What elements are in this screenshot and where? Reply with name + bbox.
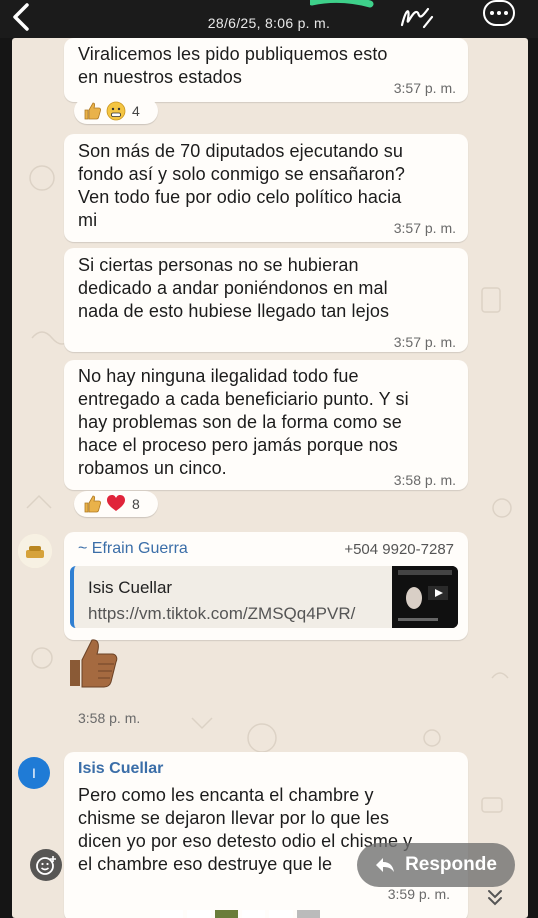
reactions-pill[interactable]: 4 xyxy=(74,98,158,124)
link-url[interactable]: https://vm.tiktok.com/ZMSQq4PVR/ xyxy=(88,604,355,624)
profile-image-icon xyxy=(18,534,52,568)
sender-name[interactable]: Isis Cuellar xyxy=(78,760,163,778)
message-time: 3:57 p. m. xyxy=(393,334,456,350)
bottom-thumbnail-strip xyxy=(160,910,320,918)
message-time: 3:58 p. m. xyxy=(78,710,141,726)
thumbs-up-icon xyxy=(84,102,102,120)
message-bubble[interactable]: No hay ninguna ilegalidad todo fue entre… xyxy=(64,360,468,490)
sender-name[interactable]: ~ Efrain Guerra xyxy=(78,540,188,558)
sender-avatar[interactable] xyxy=(18,534,52,568)
story-timestamp: 28/6/25, 8:06 p. m. xyxy=(207,15,331,31)
message-time: 3:58 p. m. xyxy=(393,472,456,488)
scroll-down-chevron-icon[interactable] xyxy=(484,888,506,908)
message-bubble[interactable]: Si ciertas personas no se hubieran dedic… xyxy=(64,248,468,352)
add-reaction-emoji-icon[interactable] xyxy=(30,849,62,881)
draw-scribble-icon[interactable] xyxy=(398,3,434,31)
message-text: Son más de 70 diputados ejecutando su fo… xyxy=(78,141,406,230)
message-time: 3:57 p. m. xyxy=(393,80,456,96)
story-header: 28/6/25, 8:06 p. m. xyxy=(0,0,538,38)
reaction-count: 4 xyxy=(132,103,140,119)
message-bubble[interactable]: Son más de 70 diputados ejecutando su fo… xyxy=(64,134,468,242)
message-bubble[interactable]: Isis Cuellar Pero como les encanta el ch… xyxy=(64,752,468,918)
message-text: Si ciertas personas no se hubieran dedic… xyxy=(78,255,390,321)
message-time: 3:59 p. m. xyxy=(387,886,450,902)
thumbs-up-icon xyxy=(84,495,102,513)
link-preview-title: Isis Cuellar xyxy=(88,578,173,597)
reply-label: Responde xyxy=(405,854,497,875)
link-preview-card[interactable]: Isis Cuellar https://vm.tiktok.com/ZMSQq… xyxy=(70,566,458,628)
reply-arrow-icon xyxy=(376,858,395,872)
message-text: No hay ninguna ilegalidad todo fue entre… xyxy=(78,366,409,478)
chat-screenshot: Viralicemos les pido publiquemos esto en… xyxy=(12,38,528,918)
message-bubble[interactable]: Viralicemos les pido publiquemos esto en… xyxy=(64,38,468,102)
video-thumbnail[interactable] xyxy=(392,566,458,628)
avatar-letter: I xyxy=(32,765,36,781)
more-options-icon[interactable] xyxy=(483,0,515,26)
red-heart-icon xyxy=(107,495,125,511)
sender-phone: +504 9920-7287 xyxy=(344,541,454,558)
message-time: 3:57 p. m. xyxy=(393,220,456,236)
reactions-pill[interactable]: 8 xyxy=(74,491,158,517)
reaction-count: 8 xyxy=(132,496,140,512)
grimace-face-icon xyxy=(106,101,126,121)
forwarded-message-bubble[interactable]: ~ Efrain Guerra +504 9920-7287 Isis Cuel… xyxy=(64,532,468,640)
thumbs-up-sticker[interactable] xyxy=(64,636,118,690)
sender-avatar[interactable]: I xyxy=(18,757,50,789)
reply-button[interactable]: Responde xyxy=(357,843,515,887)
message-text: Viralicemos les pido publiquemos esto en… xyxy=(78,44,388,87)
